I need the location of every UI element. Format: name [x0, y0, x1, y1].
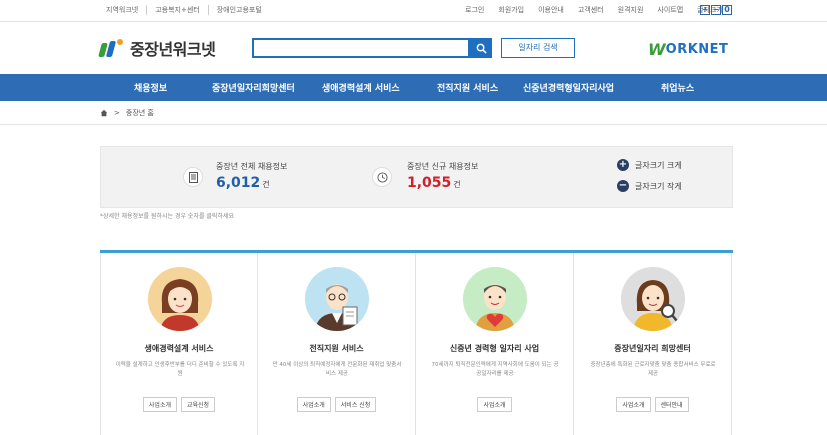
sitemap-link[interactable]: 사이트맵: [650, 5, 690, 15]
card-buttons: 사업소개 교육신청: [101, 397, 257, 412]
card-title: 전직지원 서비스: [309, 344, 364, 353]
link-employment-welfare-center[interactable]: 고용복지+센터: [146, 5, 208, 15]
nav-item-job-news[interactable]: 취업뉴스: [661, 81, 694, 94]
top-utility-bar: 지역워크넷 고용복지+센터 장애인고용포털 로그인 회원가입 이용안내 고객센터…: [0, 0, 827, 22]
new-jobs-label: 중장년 신규 채용정보: [407, 162, 479, 171]
avatar-man-heart-illustration: [463, 267, 527, 331]
center-guide-button[interactable]: 센터안내: [654, 397, 689, 412]
stats-note: *상세한 채용정보를 원하시는 경우 숫자를 클릭하세요: [100, 213, 234, 220]
card-career-design: 생애경력설계 서비스 이력을 설계하고 인생후반부를 더디 준비할 수 있도록 …: [100, 253, 258, 435]
card-title: 생애경력설계 서비스: [144, 344, 214, 353]
job-search-button[interactable]: 일자리 검색: [501, 38, 575, 58]
program-intro-button[interactable]: 사업소개: [142, 397, 177, 412]
breadcrumb: > 중장년 홈: [100, 108, 154, 118]
program-intro-button[interactable]: 사업소개: [616, 397, 651, 412]
minus-icon: −: [617, 180, 629, 192]
card-buttons: 사업소개 서비스 신청: [258, 397, 415, 412]
nav-item-outplacement[interactable]: 전직지원 서비스: [437, 81, 498, 94]
main-nav: 채용정보 중장년일자리희망센터 생애경력설계 서비스 전직지원 서비스 신중년경…: [0, 74, 827, 101]
customer-center-link[interactable]: 고객센터: [571, 5, 611, 15]
document-icon: [183, 167, 203, 187]
search-icon: [476, 43, 487, 54]
card-title: 신중년 경력형 일자리 사업: [449, 344, 540, 353]
search-input[interactable]: [252, 38, 470, 58]
program-intro-button[interactable]: 사업소개: [477, 397, 512, 412]
training-apply-button[interactable]: 교육신청: [181, 397, 216, 412]
nav-item-job-info[interactable]: 채용정보: [134, 81, 167, 94]
nav-item-career-design[interactable]: 생애경력설계 서비스: [322, 81, 400, 94]
logo-text: 중장년워크넷: [130, 40, 216, 59]
card-buttons: 사업소개 센터안내: [574, 397, 731, 412]
font-size-controls: + − 0: [700, 5, 732, 15]
avatar-woman-magnifier-illustration: [621, 267, 685, 331]
nav-item-hope-center[interactable]: 중장년일자리희망센터: [212, 81, 295, 94]
breadcrumb-divider: [0, 124, 827, 125]
total-jobs-count[interactable]: 6,012 건: [216, 175, 270, 191]
font-increase-button[interactable]: +: [700, 5, 710, 15]
login-link[interactable]: 로그인: [458, 5, 491, 15]
utility-links: 로그인 회원가입 이용안내 고객센터 원격지원 사이트맵 글자크기: [458, 5, 730, 15]
home-icon[interactable]: [100, 109, 108, 117]
nav-item-new-middleage-jobs[interactable]: 신중년경력형일자리사업: [523, 81, 614, 94]
font-decrease-button[interactable]: −: [711, 5, 721, 15]
family-site-links: 지역워크넷 고용복지+센터 장애인고용포털: [104, 5, 270, 15]
clock-icon: [372, 167, 392, 187]
font-bigger-label: 글자크기 크게: [635, 160, 682, 170]
font-reset-button[interactable]: 0: [722, 5, 732, 15]
breadcrumb-separator: >: [114, 109, 120, 117]
signup-link[interactable]: 회원가입: [491, 5, 531, 15]
card-description: 중장년층에 특화된 근로자맞춤 맞춤 종합서비스 무료로 제공: [590, 362, 716, 377]
link-disabled-employment-portal[interactable]: 장애인고용포털: [207, 5, 270, 15]
program-intro-button[interactable]: 사업소개: [296, 397, 331, 412]
job-stats-panel: 중장년 전체 채용정보 6,012 건 중장년 신규 채용정보 1,055 건 + …: [100, 146, 733, 208]
new-jobs-count[interactable]: 1,055 건: [407, 175, 461, 191]
guide-link[interactable]: 이용안내: [531, 5, 571, 15]
avatar-woman-illustration: [148, 267, 212, 331]
card-description: 70세까지 퇴직전문인력에게 지역사회에 도움이 되는 공공일자리를 제공: [431, 362, 559, 377]
search-button[interactable]: [470, 38, 492, 58]
remote-support-link[interactable]: 원격지원: [611, 5, 651, 15]
card-buttons: 사업소개: [416, 397, 573, 412]
avatar-man-clipboard-illustration: [305, 267, 369, 331]
card-title: 중장년일자리 희망센터: [614, 344, 691, 353]
card-description: 이력을 설계하고 인생후반부를 더디 준비할 수 있도록 지원: [115, 362, 245, 377]
service-apply-button[interactable]: 서비스 신청: [334, 397, 377, 412]
site-logo[interactable]: 중장년워크넷: [98, 36, 216, 60]
card-description: 만 40세 이상의 퇴직예정자에게 전문화된 재취업 맞춤서비스 제공: [272, 362, 402, 377]
worknet-logo[interactable]: W ORKNET: [648, 40, 728, 59]
font-smaller-label: 글자크기 작게: [635, 181, 682, 191]
plus-icon: +: [617, 159, 629, 171]
site-header: 중장년워크넷 일자리 검색 W ORKNET: [0, 22, 827, 74]
font-bigger-control[interactable]: + 글자크기 크게: [617, 159, 682, 171]
logo-mark-icon: [98, 39, 124, 57]
link-local-worknet[interactable]: 지역워크넷: [104, 5, 146, 15]
card-outplacement: 전직지원 서비스 만 40세 이상의 퇴직예정자에게 전문화된 재취업 맞춤서비…: [258, 253, 416, 435]
service-cards: 생애경력설계 서비스 이력을 설계하고 인생후반부를 더디 준비할 수 있도록 …: [100, 250, 733, 435]
card-new-middleage-jobs: 신중년 경력형 일자리 사업 70세까지 퇴직전문인력에게 지역사회에 도움이 …: [416, 253, 574, 435]
card-hope-center: 중장년일자리 희망센터 중장년층에 특화된 근로자맞춤 맞춤 종합서비스 무료로…: [574, 253, 732, 435]
breadcrumb-current: 중장년 홈: [125, 109, 154, 117]
font-smaller-control[interactable]: − 글자크기 작게: [617, 180, 682, 192]
total-jobs-label: 중장년 전체 채용정보: [216, 162, 288, 171]
